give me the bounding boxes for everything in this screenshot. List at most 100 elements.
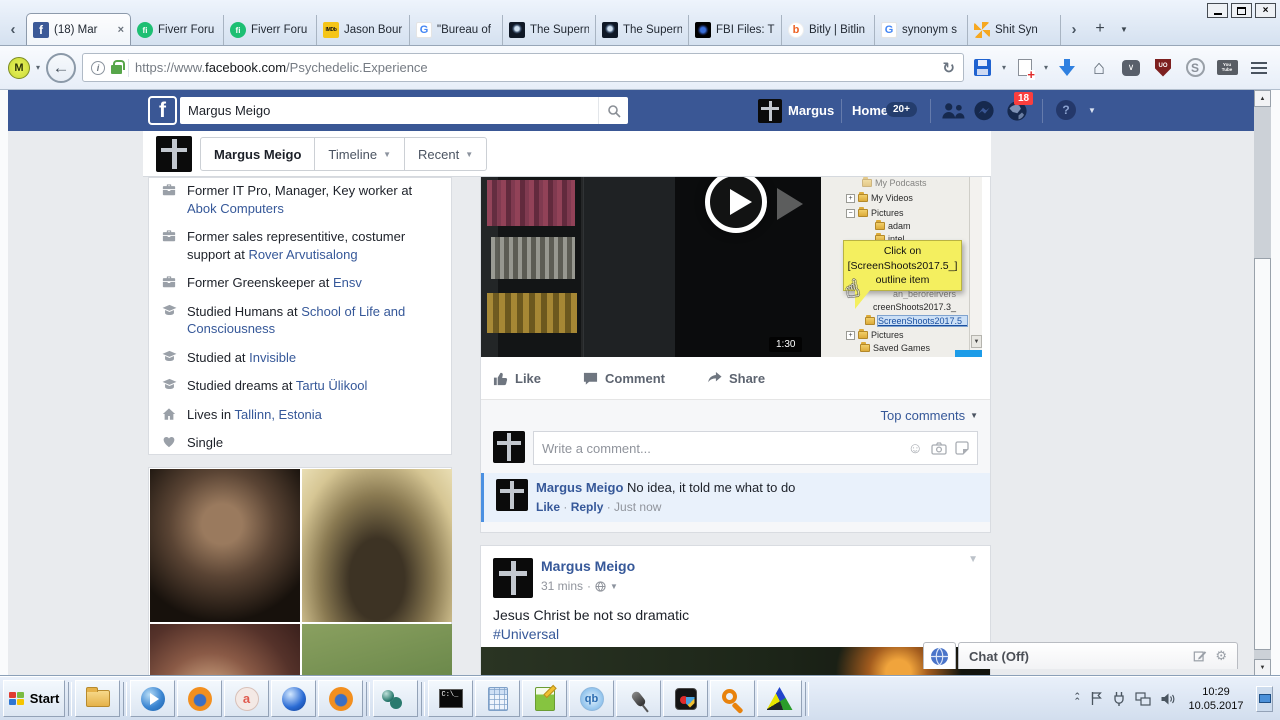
taskbar-qbittorrent[interactable]: qb [569, 680, 614, 717]
https-lock-icon[interactable] [111, 65, 122, 74]
post-timestamp[interactable]: 31 mins [541, 579, 583, 593]
tray-expand-button[interactable]: ⌃⌃ [1073, 694, 1081, 704]
chat-globe-button[interactable] [923, 642, 956, 669]
intro-link[interactable]: Tartu Ülikool [296, 378, 368, 393]
chevron-down-icon[interactable]: ▼ [610, 582, 618, 591]
facebook-search[interactable] [180, 97, 628, 124]
home-button[interactable]: ⌂ [1086, 55, 1112, 81]
gear-icon[interactable]: ⚙ [1215, 648, 1227, 664]
taskbar-search-tool[interactable] [710, 680, 755, 717]
camera-icon[interactable] [931, 442, 947, 455]
ublock-button[interactable]: UO [1150, 55, 1176, 81]
downloads-button[interactable] [1054, 55, 1080, 81]
profile-photo[interactable] [150, 624, 300, 676]
addon-dropdown-caret[interactable]: ▾ [36, 63, 40, 72]
intro-link[interactable]: Invisible [249, 350, 296, 365]
list-all-tabs-button[interactable]: ▼ [1113, 13, 1135, 45]
taskbar-calculator[interactable] [475, 680, 520, 717]
taskbar-notepad-plus-plus[interactable] [522, 680, 567, 717]
tab-bitly[interactable]: Bitly | Bitlin [782, 15, 875, 45]
comment-avatar[interactable] [496, 479, 528, 511]
minimize-button[interactable] [1207, 3, 1228, 18]
close-button[interactable]: × [1255, 3, 1276, 18]
tab-imdb[interactable]: Jason Bour [317, 15, 410, 45]
scroll-tabs-left-button[interactable]: ‹ [0, 13, 26, 45]
header-profile-avatar[interactable] [758, 99, 782, 123]
help-button[interactable]: ? [1056, 100, 1076, 120]
taskbar-microphone[interactable] [616, 680, 661, 717]
tab-supernatural-1[interactable]: The Supern [503, 15, 596, 45]
facebook-logo[interactable]: f [148, 96, 177, 125]
speaker-icon[interactable] [1160, 692, 1176, 706]
sticker-icon[interactable] [955, 441, 969, 455]
profile-photo[interactable] [302, 469, 452, 622]
taskbar-webcam-viewer[interactable] [373, 680, 418, 717]
taskbar-firefox-1[interactable] [177, 680, 222, 717]
scrollbar-thumb[interactable] [1254, 258, 1271, 650]
bookmark-dropdown-caret[interactable]: ▾ [1044, 63, 1048, 72]
comment-reply-link[interactable]: Reply [571, 500, 604, 514]
tab-facebook[interactable]: (18) Mar × [26, 13, 131, 45]
tab-fiverr-2[interactable]: Fiverr Foru [224, 15, 317, 45]
comment-button[interactable]: Comment [583, 371, 665, 386]
profile-photo[interactable] [150, 469, 300, 622]
tab-google-search-2[interactable]: synonym s [875, 15, 968, 45]
chat-bar[interactable]: Chat (Off) ⚙ [958, 642, 1238, 669]
tab-synonym[interactable]: Shit Syn [968, 15, 1061, 45]
network-icon[interactable] [1135, 692, 1151, 706]
intro-link[interactable]: Tallinn, Estonia [234, 407, 321, 422]
intro-link[interactable]: Rover Arvutisalong [248, 247, 357, 262]
taskbar-media-player[interactable] [130, 680, 175, 717]
comment-author-link[interactable]: Margus Meigo [536, 480, 623, 495]
account-dropdown-caret[interactable]: ▼ [1088, 106, 1096, 115]
taskbar-audacity[interactable]: a [224, 680, 269, 717]
taskbar-screen-recorder[interactable] [663, 680, 708, 717]
save-dropdown-caret[interactable]: ▾ [1002, 63, 1006, 72]
tab-fbi-files[interactable]: FBI Files: T [689, 15, 782, 45]
tab-fiverr-1[interactable]: Fiverr Foru [131, 15, 224, 45]
post-author-avatar[interactable] [493, 558, 533, 598]
post-image[interactable] [481, 647, 990, 676]
scrollbar-up-button[interactable]: ▲ [1254, 90, 1271, 107]
browser-scrollbar[interactable]: ▲ ▼ [1254, 90, 1271, 676]
subnav-avatar[interactable] [156, 136, 192, 172]
tab-google-search-1[interactable]: "Bureau of [410, 15, 503, 45]
search-button[interactable] [598, 97, 628, 124]
taskbar-command-prompt[interactable]: C:\_ [428, 680, 473, 717]
intro-link[interactable]: Abok Computers [187, 201, 284, 216]
youtube-addon-button[interactable]: YouTube [1214, 55, 1240, 81]
taskbar-color-picker[interactable] [757, 680, 802, 717]
tab-close-icon[interactable]: × [118, 24, 124, 36]
address-bar[interactable]: i https://www.facebook.com/Psychedelic.E… [82, 53, 964, 82]
video-player[interactable]: My Podcasts +My Videos −Pictures adam in… [481, 177, 982, 357]
reload-icon[interactable]: ↻ [942, 59, 955, 77]
show-desktop-button[interactable] [1256, 686, 1273, 712]
maximize-button[interactable] [1231, 3, 1252, 18]
comment-like-link[interactable]: Like [536, 500, 560, 514]
taskbar-seamonkey[interactable] [271, 680, 316, 717]
timeline-tab[interactable]: Timeline▼ [314, 138, 404, 170]
s-addon-button[interactable]: S [1182, 55, 1208, 81]
hashtag-link[interactable]: #Universal [493, 626, 559, 642]
home-link[interactable]: Home [852, 103, 888, 118]
like-button[interactable]: Like [493, 371, 541, 386]
pocket-button[interactable]: ∨ [1118, 55, 1144, 81]
friend-requests-button[interactable] [940, 102, 966, 119]
profile-photo[interactable] [302, 624, 452, 676]
emoji-icon[interactable]: ☺ [908, 440, 923, 457]
post-author-link[interactable]: Margus Meigo [541, 558, 635, 574]
power-plug-icon[interactable] [1112, 691, 1126, 706]
addon-m-button[interactable]: M [8, 57, 30, 79]
page-info-icon[interactable]: i [91, 61, 105, 75]
intro-link[interactable]: Ensv [333, 275, 362, 290]
start-button[interactable]: Start [3, 680, 65, 717]
sort-recent-tab[interactable]: Recent▼ [404, 138, 486, 170]
bookmark-page-button[interactable] [1012, 55, 1038, 81]
header-profile-link[interactable]: Margus [788, 103, 834, 118]
search-input[interactable] [180, 103, 598, 118]
messenger-button[interactable] [973, 100, 995, 122]
comment-input-box[interactable]: ☺ [533, 431, 978, 465]
taskbar-firefox-2[interactable] [318, 680, 363, 717]
taskbar-file-explorer[interactable] [75, 680, 120, 717]
comment-input[interactable] [542, 441, 900, 456]
